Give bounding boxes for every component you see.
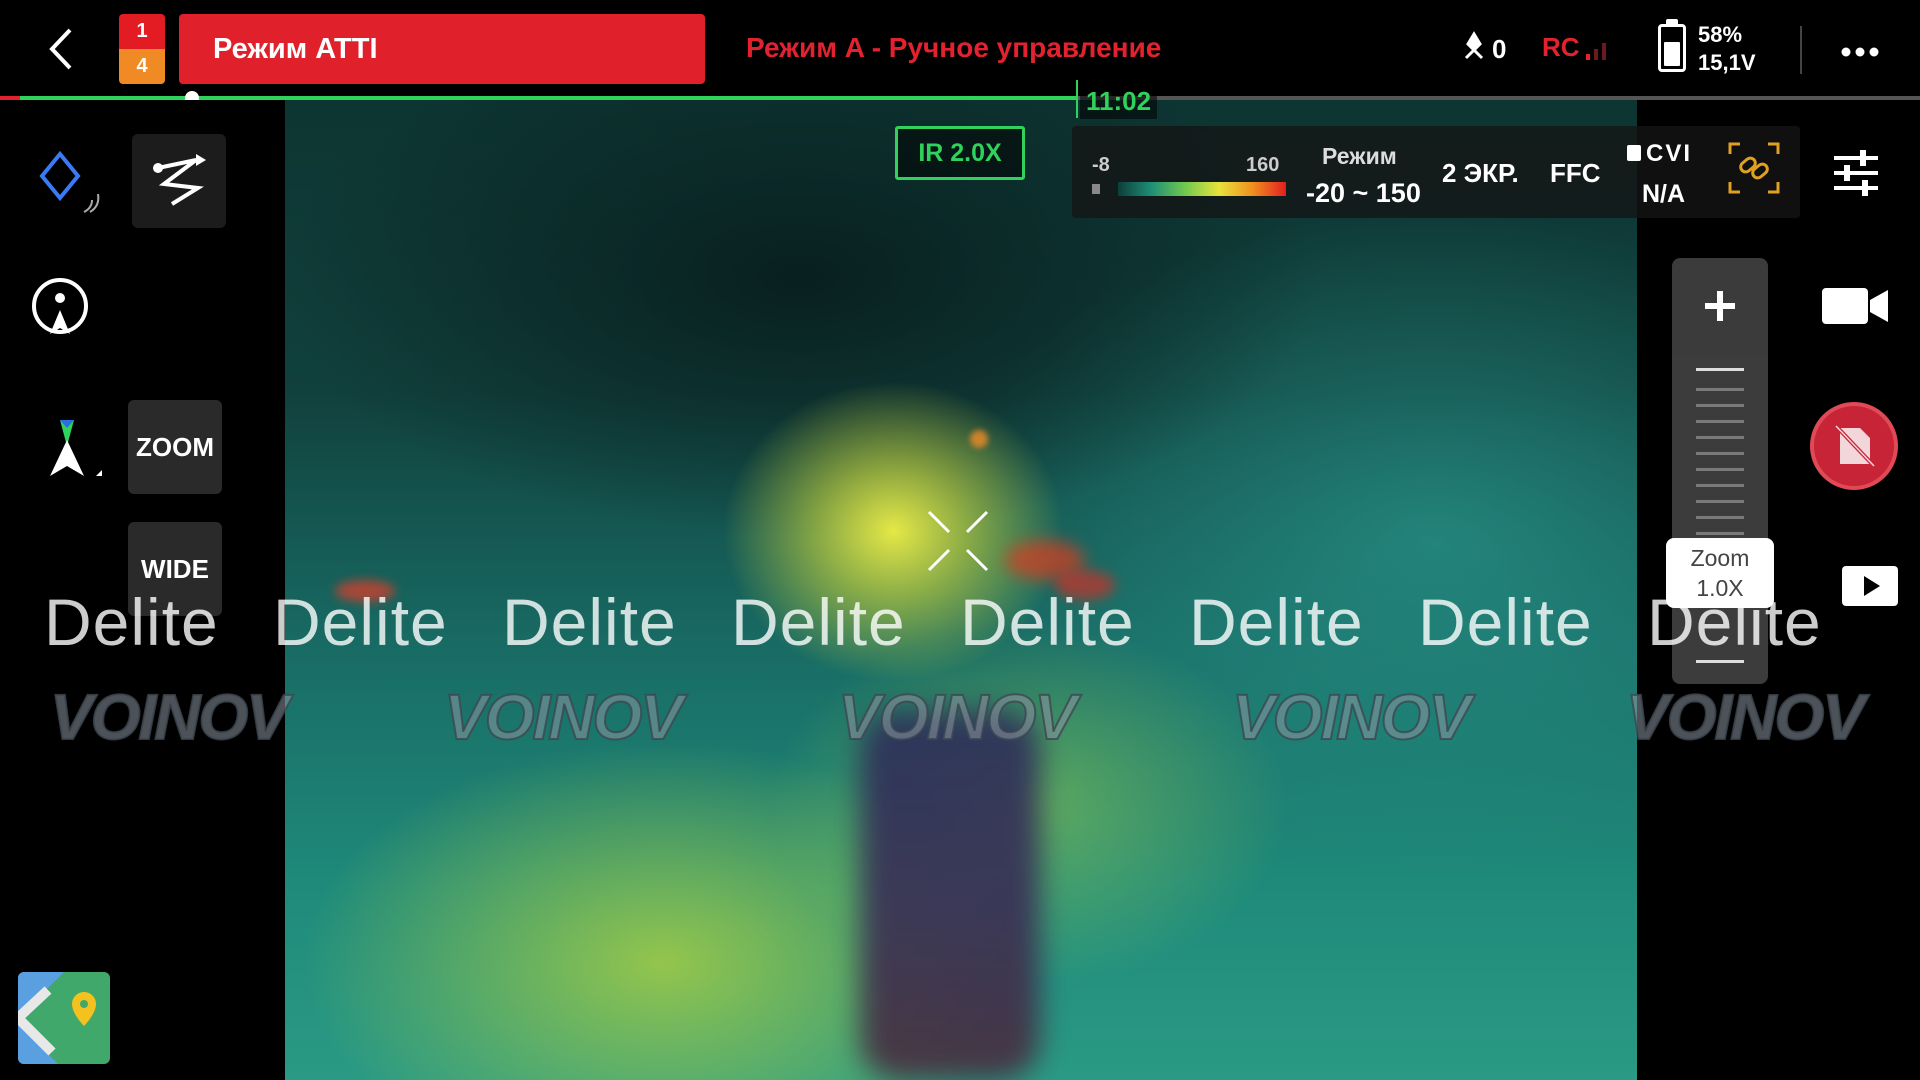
ir-zoom-indicator[interactable]: IR 2.0X — [895, 126, 1025, 180]
divider — [1800, 26, 1802, 74]
watermark-logo: VOINOV — [837, 680, 1078, 754]
link-icon — [1728, 142, 1780, 194]
record-button[interactable] — [1810, 402, 1898, 490]
battery-icon — [1658, 24, 1686, 72]
flight-time: 11:02 — [1080, 84, 1158, 119]
blurred-object — [860, 710, 1040, 1080]
palette-max-temp: 160 — [1246, 154, 1280, 176]
no-sd-card-icon — [1834, 424, 1876, 468]
palette-min-temp: -8 — [1092, 154, 1110, 176]
zoom-tick — [1696, 436, 1744, 439]
sliders-icon — [1834, 150, 1878, 196]
zoom-camera-button[interactable]: ZOOM — [128, 400, 222, 494]
compass-lock-icon[interactable] — [28, 276, 92, 345]
watermark-text: Delite — [731, 585, 906, 659]
satellite-count-bottom: 4 — [119, 49, 165, 84]
route-icon — [153, 154, 206, 206]
watermark-text: Delite — [44, 585, 219, 659]
waypoint-diamond-icon[interactable] — [38, 150, 108, 225]
temp-range-title: Режим — [1322, 143, 1397, 169]
zoom-tick — [1696, 468, 1744, 471]
video-camera-icon — [1822, 288, 1888, 324]
zoom-in-button[interactable] — [1672, 258, 1768, 354]
watermark-logo: VOINOV — [1625, 680, 1866, 754]
split-screen-button[interactable]: 2 ЭКР. — [1442, 158, 1519, 189]
flight-path-button[interactable] — [132, 134, 226, 228]
more-dots-icon — [1841, 47, 1879, 57]
chevron-left-icon — [49, 28, 72, 70]
zoom-tick — [1696, 404, 1744, 407]
back-button[interactable] — [40, 24, 84, 74]
ffc-calibration-button[interactable]: FFC — [1550, 158, 1601, 189]
watermark-text: Delite — [1189, 585, 1364, 659]
temp-range-value[interactable]: -20 ~ 150 — [1306, 178, 1421, 209]
signal-bars-icon — [1584, 38, 1612, 67]
rc-signal-label: RC — [1542, 32, 1580, 62]
propeller-icon — [1460, 30, 1488, 69]
playback-button[interactable] — [1842, 566, 1898, 606]
crosshair-reticle — [925, 508, 991, 574]
zoom-title: Zoom — [1690, 545, 1750, 571]
zoom-tick — [1696, 516, 1744, 519]
link-button[interactable] — [1726, 140, 1782, 196]
zoom-tick — [1696, 660, 1744, 663]
palette-knob — [1092, 184, 1100, 194]
propeller-count: 0 — [1492, 34, 1507, 64]
zoom-tick — [1696, 500, 1744, 503]
navigation-arrow-icon[interactable] — [36, 418, 106, 493]
zoom-tick — [1696, 420, 1744, 423]
watermark-logo: VOINOV — [49, 680, 290, 754]
zoom-tick — [1696, 484, 1744, 487]
more-options-button[interactable] — [1840, 30, 1880, 60]
control-mode-text: Режим A - Ручное управление — [746, 32, 1162, 63]
zoom-tick — [1696, 368, 1744, 371]
map-button[interactable] — [18, 972, 110, 1064]
flight-mode-banner[interactable]: Режим ATTI — [179, 14, 705, 84]
plus-icon — [1705, 291, 1735, 321]
watermark-text: Delite — [1418, 585, 1593, 659]
cvi-label: CVI — [1646, 140, 1693, 167]
watermark-logo: VOINOV — [1231, 680, 1472, 754]
time-marker — [1076, 80, 1078, 118]
zoom-tick — [1696, 452, 1744, 455]
sd-card-icon — [1627, 145, 1641, 161]
watermark-text: Delite — [502, 585, 677, 659]
watermark-logo: VOINOV — [443, 680, 684, 754]
play-icon — [1864, 576, 1880, 596]
map-pin-icon — [18, 972, 110, 1064]
battery-voltage: 15,1V — [1698, 50, 1756, 75]
heat-spot — [970, 430, 988, 448]
zoom-tick — [1696, 388, 1744, 391]
watermark-text: Delite — [1647, 585, 1822, 659]
cvi-status: N/A — [1642, 180, 1686, 208]
camera-settings-button[interactable] — [1832, 150, 1880, 201]
battery-percent: 58% — [1698, 22, 1743, 47]
zoom-tick — [1696, 532, 1744, 535]
satellite-count-top: 1 — [119, 14, 165, 49]
watermark-text: Delite — [960, 585, 1135, 659]
watermark-text: Delite — [273, 585, 448, 659]
satellite-status-badge[interactable]: 1 4 — [119, 14, 165, 84]
temperature-palette-bar[interactable] — [1118, 182, 1286, 196]
video-mode-button[interactable] — [1820, 284, 1890, 333]
